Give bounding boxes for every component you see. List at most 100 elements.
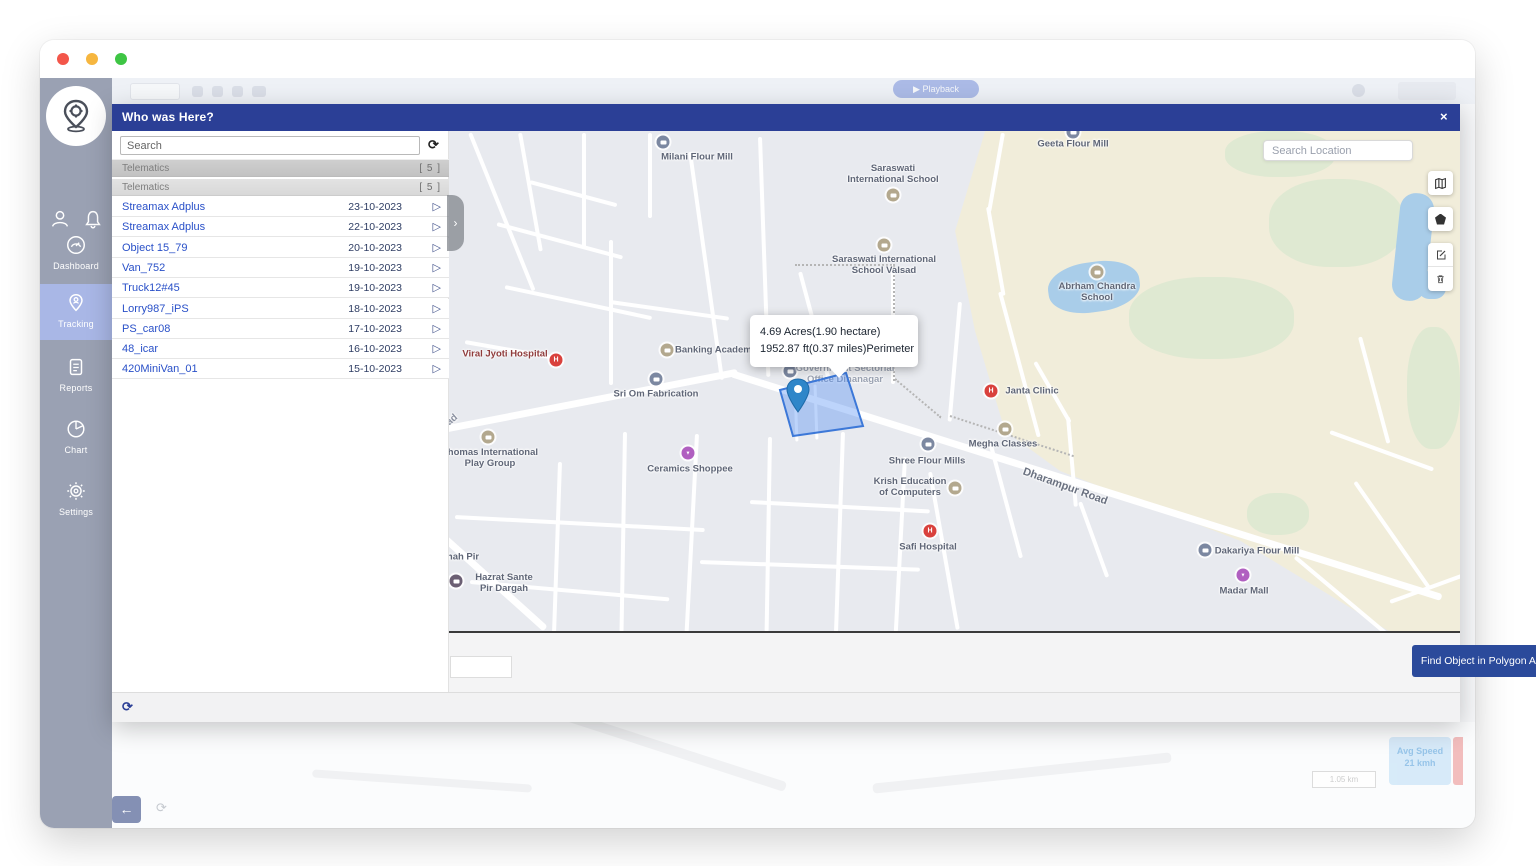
chart-icon — [65, 418, 87, 440]
close-window-button[interactable] — [57, 53, 69, 65]
school-poi-icon — [878, 239, 891, 252]
shop-poi-icon: ▼ — [682, 447, 695, 460]
vehicle-date: 23-10-2023 — [348, 197, 402, 217]
refresh-icon[interactable]: ⟳ — [428, 137, 439, 153]
tooltip-arrow — [828, 366, 850, 378]
play-icon[interactable]: ▷ — [433, 197, 441, 217]
sidebar-item-settings[interactable]: Settings — [40, 472, 112, 528]
map-label: Saraswati International School Valsad — [832, 254, 936, 276]
delete-polygon-button[interactable] — [1428, 267, 1453, 291]
vehicle-name[interactable]: Object 15_79 — [122, 238, 187, 258]
vehicle-row[interactable]: Object 15_79 20-10-2023 ▷ — [112, 238, 449, 258]
sidebar-item-dashboard[interactable]: Dashboard — [40, 226, 112, 282]
app-window: Dashboard Tracking Reports — [40, 40, 1475, 828]
polygon-edit-group — [1428, 243, 1453, 291]
find-object-in-polygon-button[interactable]: Find Object in Polygon Area — [1412, 645, 1536, 677]
faded-road — [312, 769, 532, 792]
app-logo — [46, 86, 106, 146]
trash-icon — [1435, 273, 1446, 285]
sidebar-item-label: Chart — [40, 445, 112, 455]
play-icon[interactable]: ▷ — [433, 278, 441, 298]
map-search-input[interactable] — [1263, 140, 1413, 161]
map-layers-button[interactable] — [1428, 171, 1453, 195]
map-label: Banking Academy — [675, 345, 757, 356]
vehicle-date: 20-10-2023 — [348, 238, 402, 258]
perimeter-value: 1952.87 ft(0.37 miles)Perimeter — [760, 341, 908, 358]
vehicle-row[interactable]: PS_car08 17-10-2023 ▷ — [112, 319, 449, 339]
vehicle-name[interactable]: Truck12#45 — [122, 278, 180, 298]
close-icon[interactable]: × — [1440, 109, 1448, 124]
modal-title: Who was Here? — [122, 110, 214, 124]
dargah-poi-icon — [450, 575, 463, 588]
vehicle-name[interactable]: 420MiniVan_01 — [122, 359, 198, 379]
vehicle-row[interactable]: Lorry987_iPS 18-10-2023 ▷ — [112, 299, 449, 319]
vehicle-name[interactable]: Lorry987_iPS — [122, 299, 189, 319]
back-button[interactable]: ← — [112, 796, 141, 823]
sidebar-item-reports[interactable]: Reports — [40, 348, 112, 404]
who-was-here-modal: Who was Here? × ⟳ Telematics[ 5 ] Telemat… — [112, 104, 1460, 722]
hospital-poi-icon: H — [985, 385, 998, 398]
map-label: Hazrat Sante Pir Dargah — [475, 572, 533, 594]
vehicle-date: 18-10-2023 — [348, 299, 402, 319]
vehicle-row[interactable]: Streamax Adplus 23-10-2023 ▷ — [112, 197, 449, 217]
vehicle-name[interactable]: Streamax Adplus — [122, 197, 205, 217]
map-label: Dakariya Flour Mill — [1215, 546, 1299, 557]
play-icon[interactable]: ▷ — [433, 238, 441, 258]
search-input[interactable] — [120, 136, 420, 155]
vehicle-name[interactable]: Van_752 — [122, 258, 165, 278]
play-icon[interactable]: ▷ — [433, 339, 441, 359]
map-label: Shree Flour Mills — [889, 456, 966, 467]
building-poi-icon — [650, 373, 663, 386]
sidebar-item-label: Settings — [40, 507, 112, 517]
school-poi-icon — [999, 423, 1012, 436]
vehicle-name[interactable]: 48_icar — [122, 339, 158, 359]
map-label: hah Pir — [449, 552, 479, 563]
sidebar-item-tracking[interactable]: Tracking — [40, 284, 112, 340]
footer-input[interactable] — [450, 656, 512, 678]
play-icon[interactable]: ▷ — [433, 258, 441, 278]
background-toolbar-faded: ▶ Playback — [112, 78, 1475, 104]
vehicle-row[interactable]: Truck12#4519-10-2023▷ — [112, 278, 449, 298]
group-row[interactable]: Telematics[ 5 ] — [112, 179, 449, 196]
vehicle-date: 17-10-2023 — [348, 319, 402, 339]
school-poi-icon — [949, 482, 962, 495]
refresh-icon-faded: ⟳ — [156, 800, 167, 816]
modal-header: Who was Here? × — [112, 104, 1460, 131]
status-badge-faded — [1453, 737, 1463, 785]
building-poi-icon — [1199, 544, 1212, 557]
refresh-icon[interactable]: ⟳ — [122, 699, 133, 715]
zoom-window-button[interactable] — [115, 53, 127, 65]
minimize-window-button[interactable] — [86, 53, 98, 65]
vehicle-name[interactable]: PS_car08 — [122, 319, 170, 339]
map-label: Saraswati International School — [847, 163, 938, 185]
vehicle-row[interactable]: Van_75219-10-2023▷ — [112, 258, 449, 278]
vehicle-row[interactable]: 48_icar16-10-2023▷ — [112, 339, 449, 359]
map-footer: Find Object in Polygon Area — [449, 633, 1460, 692]
play-icon[interactable]: ▷ — [433, 299, 441, 319]
play-icon[interactable]: ▷ — [433, 217, 441, 237]
map-dotted-path — [894, 378, 941, 418]
group-row[interactable]: Telematics[ 5 ] — [112, 160, 449, 177]
sidebar-item-chart[interactable]: Chart — [40, 410, 112, 466]
vehicle-row[interactable]: Streamax Adplus22-10-2023▷ — [112, 217, 449, 237]
vehicle-list-panel: ⟳ Telematics[ 5 ] Telematics[ 5 ] Streama… — [112, 131, 449, 692]
window-titlebar — [40, 40, 1475, 78]
vehicle-name[interactable]: Streamax Adplus — [122, 217, 205, 237]
map-green-area — [1247, 493, 1309, 535]
sidebar-item-label: Tracking — [40, 319, 112, 329]
map-label: Krish Education of Computers — [874, 476, 947, 498]
map-pin-marker[interactable] — [785, 378, 811, 416]
faded-road — [537, 722, 787, 792]
faded-toolbar-buttons — [1398, 82, 1456, 100]
drawn-polygon[interactable] — [768, 368, 868, 440]
faded-toolbar-icon — [192, 86, 203, 97]
faded-toolbar-icon — [232, 86, 243, 97]
draw-polygon-button[interactable] — [1428, 207, 1453, 231]
play-icon[interactable]: ▷ — [433, 319, 441, 339]
edit-polygon-button[interactable] — [1428, 243, 1453, 267]
collapse-panel-handle[interactable]: › — [447, 195, 464, 251]
map-scale-faded: 1.05 km — [1312, 771, 1376, 788]
play-icon[interactable]: ▷ — [433, 359, 441, 379]
map-canvas[interactable]: 4.69 Acres(1.90 hectare) 1952.87 ft(0.37… — [449, 131, 1460, 633]
vehicle-row[interactable]: 420MiniVan_0115-10-2023▷ — [112, 359, 449, 379]
